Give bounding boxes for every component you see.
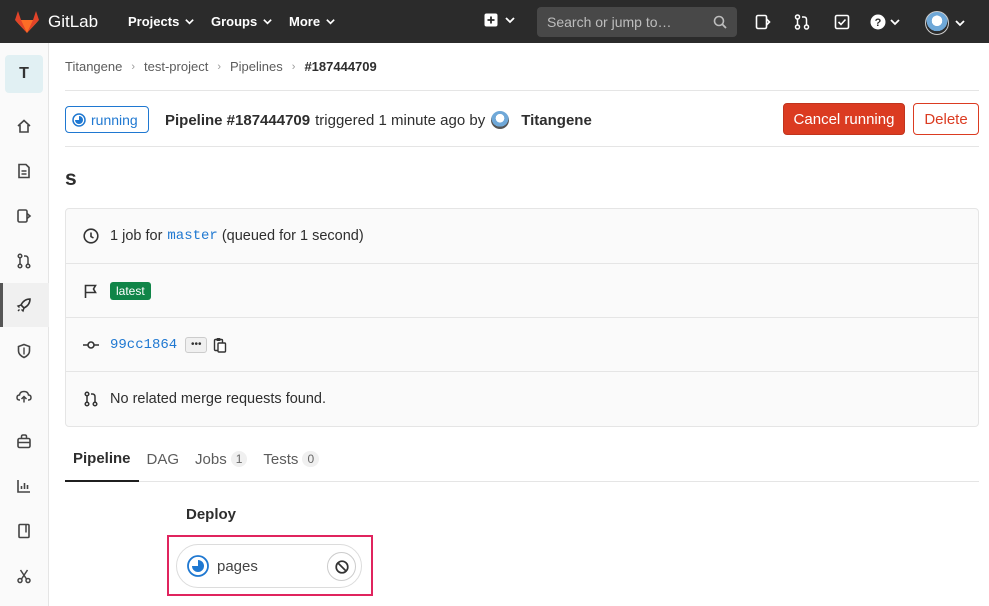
clock-icon xyxy=(82,227,100,245)
cancel-icon xyxy=(334,559,349,574)
issues-icon[interactable] xyxy=(755,14,771,30)
tab-tests[interactable]: Tests 0 xyxy=(255,436,327,482)
user-link[interactable]: Titangene xyxy=(521,112,592,129)
repository-icon[interactable] xyxy=(16,163,32,179)
job-name: pages xyxy=(217,557,258,575)
stage-title: Deploy xyxy=(186,506,237,523)
breadcrumb-chevron-icon: › xyxy=(291,60,296,73)
branch-link[interactable]: master xyxy=(167,228,217,244)
tab-label: Pipeline xyxy=(73,449,131,467)
status-running-icon xyxy=(72,112,86,127)
analytics-icon[interactable] xyxy=(16,478,32,494)
tab-label: DAG xyxy=(146,450,180,468)
help-icon[interactable]: ? xyxy=(870,14,886,30)
gitlab-logo-icon xyxy=(15,10,39,33)
status-running-icon xyxy=(187,555,209,577)
brand-name: GitLab xyxy=(48,11,99,31)
breadcrumb-chevron-icon: › xyxy=(131,60,136,73)
nav-more-label: More xyxy=(289,14,321,29)
package-icon[interactable] xyxy=(16,433,32,449)
gitlab-logo-link[interactable]: GitLab xyxy=(14,10,98,34)
new-item-dropdown[interactable] xyxy=(484,13,516,27)
breadcrumb-project[interactable]: test-project xyxy=(144,59,208,74)
merge-requests-text: No related merge requests found. xyxy=(110,390,327,407)
tab-label: Jobs xyxy=(195,450,227,468)
cloud-upload-icon[interactable] xyxy=(16,388,32,404)
delete-button[interactable]: Delete xyxy=(913,103,979,135)
chevron-down-icon xyxy=(326,19,335,25)
page-title: s xyxy=(65,167,77,190)
status-label: running xyxy=(91,111,138,128)
todo-checkbox-icon[interactable] xyxy=(834,14,850,30)
breadcrumb-group[interactable]: Titangene xyxy=(65,59,122,74)
divider xyxy=(65,90,979,91)
search-input[interactable] xyxy=(547,14,707,30)
tags-row: latest xyxy=(66,263,978,317)
merge-requests-row: No related merge requests found. xyxy=(66,371,978,425)
breadcrumb-chevron-icon: › xyxy=(217,60,221,73)
chevron-down-icon[interactable] xyxy=(889,16,901,28)
nav-groups-label: Groups xyxy=(211,14,258,29)
tab-jobs[interactable]: Jobs 1 xyxy=(187,436,255,482)
snippets-icon[interactable] xyxy=(16,568,32,584)
nav-projects-label: Projects xyxy=(128,14,180,29)
flag-icon xyxy=(82,282,100,300)
nav-more-dropdown[interactable]: More xyxy=(289,14,336,29)
divider xyxy=(65,146,979,147)
user-menu-dropdown[interactable] xyxy=(925,11,966,35)
triggered-text: triggered 1 minute ago by xyxy=(315,111,486,129)
commit-sha-link[interactable]: 99cc1864 xyxy=(110,337,177,353)
clipboard-icon xyxy=(214,337,227,353)
search-icon xyxy=(713,15,727,29)
breadcrumb-current[interactable]: #187444709 xyxy=(304,59,376,74)
breadcrumb-pipelines[interactable]: Pipelines xyxy=(230,59,283,74)
avatar xyxy=(925,11,949,35)
count-badge: 0 xyxy=(302,451,320,467)
merge-request-icon[interactable] xyxy=(794,14,810,30)
tab-label: Tests xyxy=(263,450,299,468)
pipeline-id: Pipeline #187444709 xyxy=(165,111,311,129)
wiki-icon[interactable] xyxy=(16,523,32,539)
cancel-job-button[interactable] xyxy=(327,552,356,581)
plus-square-icon xyxy=(484,13,498,27)
nav-groups-dropdown[interactable]: Groups xyxy=(211,14,273,29)
chevron-down-icon xyxy=(505,17,515,24)
tab-dag[interactable]: DAG xyxy=(139,436,188,482)
jobs-count-text: 1 job for xyxy=(110,228,163,244)
pipeline-header-info: Pipeline #187444709 triggered 1 minute a… xyxy=(165,111,592,129)
pipeline-tabs: Pipeline DAG Jobs 1 Tests 0 xyxy=(65,436,979,482)
shield-icon[interactable] xyxy=(16,343,32,359)
ellipsis-button[interactable]: ••• xyxy=(185,336,208,353)
commit-row: 99cc1864 ••• xyxy=(66,317,978,371)
queued-text: (queued for 1 second) xyxy=(221,228,364,244)
top-navbar: GitLab Projects Groups More Search or ju… xyxy=(0,0,989,43)
chevron-down-icon xyxy=(955,20,965,27)
job-pill[interactable]: pages xyxy=(176,544,362,588)
issues-icon[interactable] xyxy=(16,208,32,224)
copy-button[interactable] xyxy=(213,337,227,353)
rocket-icon[interactable] xyxy=(16,297,32,313)
chevron-down-icon xyxy=(263,19,272,25)
project-sidebar: T xyxy=(0,43,49,606)
tab-pipeline[interactable]: Pipeline xyxy=(65,436,139,482)
merge-request-icon xyxy=(82,390,100,408)
count-badge: 1 xyxy=(230,451,248,467)
latest-badge: latest xyxy=(110,281,151,300)
search-box xyxy=(537,7,737,37)
merge-request-icon[interactable] xyxy=(16,253,32,269)
chevron-down-icon xyxy=(185,19,195,25)
home-icon[interactable] xyxy=(16,118,32,134)
jobs-row: 1 job for master (queued for 1 second) xyxy=(66,209,978,263)
avatar[interactable] xyxy=(491,111,510,129)
commit-icon xyxy=(82,336,100,354)
project-avatar[interactable]: T xyxy=(5,55,43,93)
svg-text:?: ? xyxy=(875,17,882,29)
cancel-running-button[interactable]: Cancel running xyxy=(783,103,905,135)
breadcrumb: Titangene › test-project › Pipelines › #… xyxy=(65,59,377,74)
nav-projects-dropdown[interactable]: Projects xyxy=(128,14,195,29)
status-badge[interactable]: running xyxy=(65,106,149,133)
pipeline-info-box: 1 job for master (queued for 1 second) l… xyxy=(65,208,979,427)
